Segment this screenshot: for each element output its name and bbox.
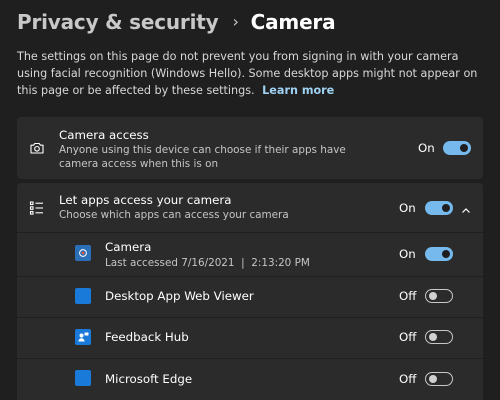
- app-name: Feedback Hub: [105, 330, 189, 344]
- camera-access-toggle[interactable]: [443, 141, 471, 155]
- camera-app-icon: [75, 245, 91, 261]
- feedback-hub-app-toggle[interactable]: [425, 330, 453, 344]
- app-state: Off: [399, 372, 417, 386]
- app-state: Off: [399, 289, 417, 303]
- camera-access-card: Camera access Anyone using this device c…: [17, 117, 483, 179]
- app-name: Desktop App Web Viewer: [105, 289, 254, 303]
- page-title: Camera: [250, 10, 336, 34]
- camera-access-subtitle: Anyone using this device can choose if t…: [59, 144, 346, 170]
- app-last-accessed: Last accessed 7/16/2021 | 2:13:20 PM: [105, 257, 310, 269]
- camera-icon: [29, 140, 45, 156]
- app-name: Camera: [105, 240, 152, 254]
- toggle-knob: [442, 250, 450, 258]
- chevron-up-icon[interactable]: [460, 202, 472, 221]
- learn-more-link[interactable]: Learn more: [262, 84, 334, 97]
- list-icon: [29, 200, 45, 216]
- divider: [17, 358, 483, 359]
- toggle-knob: [429, 292, 437, 300]
- feedback-hub-app-icon: [75, 329, 91, 345]
- divider: [17, 232, 483, 233]
- camera-access-state: On: [418, 141, 435, 155]
- apps-access-toggle[interactable]: [425, 201, 453, 215]
- divider: [17, 276, 483, 277]
- toggle-knob: [429, 375, 437, 383]
- app-name: Microsoft Edge: [105, 372, 193, 386]
- edge-app-icon: [75, 370, 91, 386]
- breadcrumb: Privacy & security › Camera: [17, 8, 336, 36]
- toggle-knob: [460, 144, 468, 152]
- page-description: The settings on this page do not prevent…: [17, 48, 487, 99]
- web-viewer-app-toggle[interactable]: [425, 289, 453, 303]
- app-state: Off: [399, 330, 417, 344]
- camera-app-toggle[interactable]: [425, 247, 453, 261]
- apps-access-title: Let apps access your camera: [59, 193, 232, 207]
- apps-access-card: Let apps access your camera Choose which…: [17, 183, 483, 400]
- toggle-knob: [429, 333, 437, 341]
- divider: [17, 317, 483, 318]
- breadcrumb-separator: ›: [232, 12, 239, 31]
- camera-access-title: Camera access: [59, 128, 149, 142]
- app-state: On: [399, 247, 416, 261]
- edge-app-toggle[interactable]: [425, 372, 453, 386]
- apps-access-subtitle: Choose which apps can access your camera: [59, 209, 289, 221]
- description-text: The settings on this page do not prevent…: [17, 50, 478, 97]
- breadcrumb-parent-link[interactable]: Privacy & security: [17, 8, 219, 36]
- web-viewer-app-icon: [75, 288, 91, 304]
- apps-access-state: On: [399, 201, 416, 215]
- toggle-knob: [442, 204, 450, 212]
